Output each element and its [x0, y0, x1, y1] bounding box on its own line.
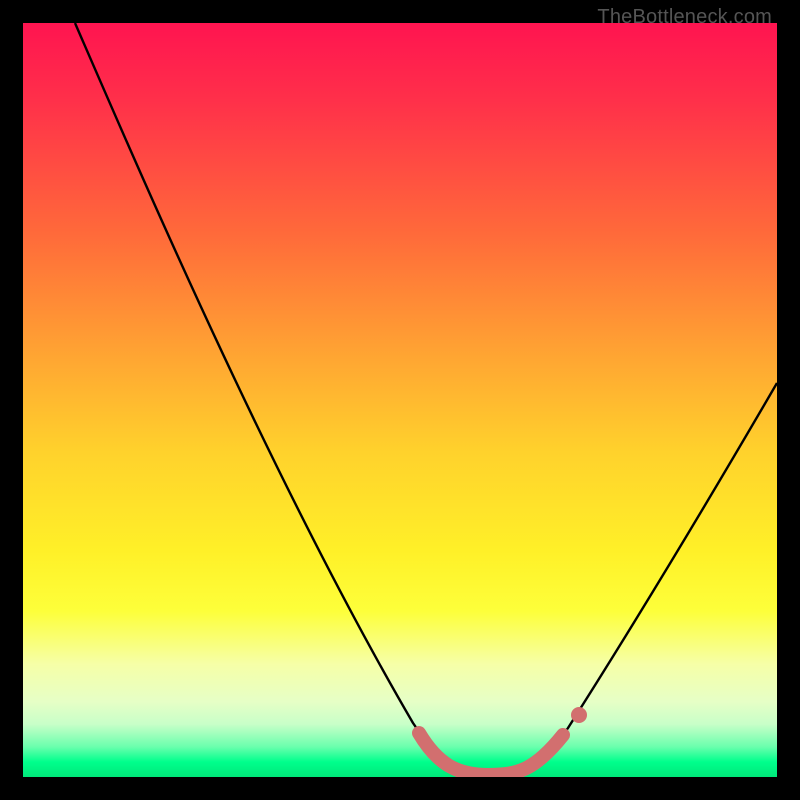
watermark-text: TheBottleneck.com	[597, 6, 772, 29]
optimal-region-highlight	[419, 733, 563, 775]
curve-layer	[23, 23, 777, 777]
bottleneck-curve	[75, 23, 777, 775]
optimal-region-end-dot	[571, 707, 587, 723]
chart-frame: TheBottleneck.com	[0, 0, 800, 800]
